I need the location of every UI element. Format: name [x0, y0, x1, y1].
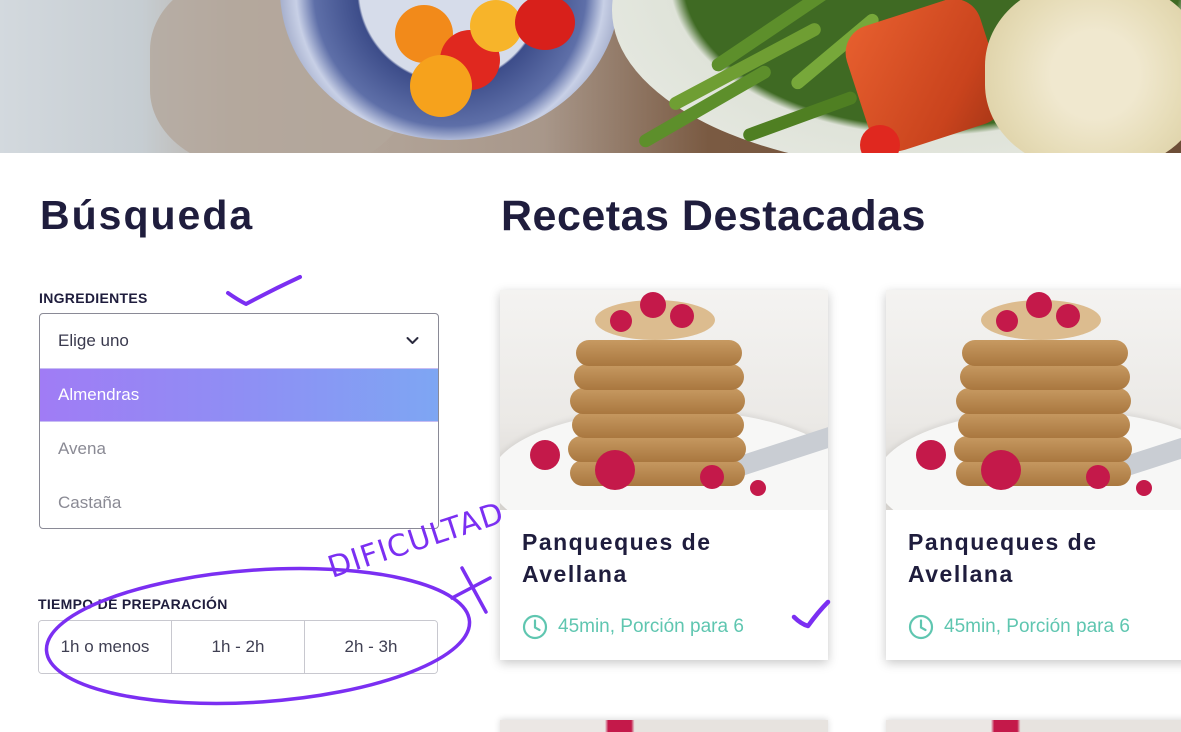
prep-time-segmented-control: 1h o menos 1h - 2h 2h - 3h	[38, 620, 438, 674]
dropdown-option-almendras[interactable]: Almendras	[40, 368, 438, 422]
prep-time-option-2h-3h[interactable]: 2h - 3h	[305, 621, 437, 673]
ingredients-placeholder: Elige uno	[58, 331, 129, 350]
recipe-card-partial[interactable]	[886, 720, 1181, 732]
recipe-meta: 45min, Porción para 6	[522, 614, 744, 640]
featured-recipes-title: Recetas Destacadas	[501, 192, 926, 240]
clock-icon	[522, 614, 548, 640]
recipe-title: Panqueques de Avellana	[908, 529, 1098, 587]
recipe-card[interactable]: Panqueques de Avellana 45min, Porción pa…	[886, 290, 1181, 660]
recipe-image	[500, 290, 828, 510]
dropdown-option-avena[interactable]: Avena	[40, 422, 438, 476]
ingredients-select[interactable]: Elige uno	[40, 314, 438, 368]
hero-food-image	[0, 0, 1181, 153]
recipe-image	[886, 290, 1181, 510]
recipe-card-partial[interactable]	[500, 720, 828, 732]
recipe-card[interactable]: Panqueques de Avellana 45min, Porción pa…	[500, 290, 828, 660]
clock-icon	[908, 614, 934, 640]
prep-time-label: TIEMPO DE PREPARACIÓN	[38, 596, 228, 612]
prep-time-option-1h-2h[interactable]: 1h - 2h	[172, 621, 305, 673]
recipe-meta: 45min, Porción para 6	[908, 614, 1130, 640]
recipe-meta-text: 45min, Porción para 6	[944, 616, 1130, 637]
recipe-title: Panqueques de Avellana	[522, 529, 712, 587]
cross-annotation	[450, 566, 492, 614]
checkmark-annotation	[226, 275, 302, 306]
dropdown-option-castana[interactable]: Castaña	[40, 476, 438, 528]
prep-time-option-1h-or-less[interactable]: 1h o menos	[39, 621, 172, 673]
chevron-down-icon[interactable]	[406, 334, 419, 347]
search-title: Búsqueda	[40, 192, 255, 238]
ingredients-dropdown[interactable]: Elige uno Almendras Avena Castaña	[39, 313, 439, 529]
ingredients-label: INGREDIENTES	[39, 290, 148, 306]
recipe-meta-text: 45min, Porción para 6	[558, 616, 744, 637]
